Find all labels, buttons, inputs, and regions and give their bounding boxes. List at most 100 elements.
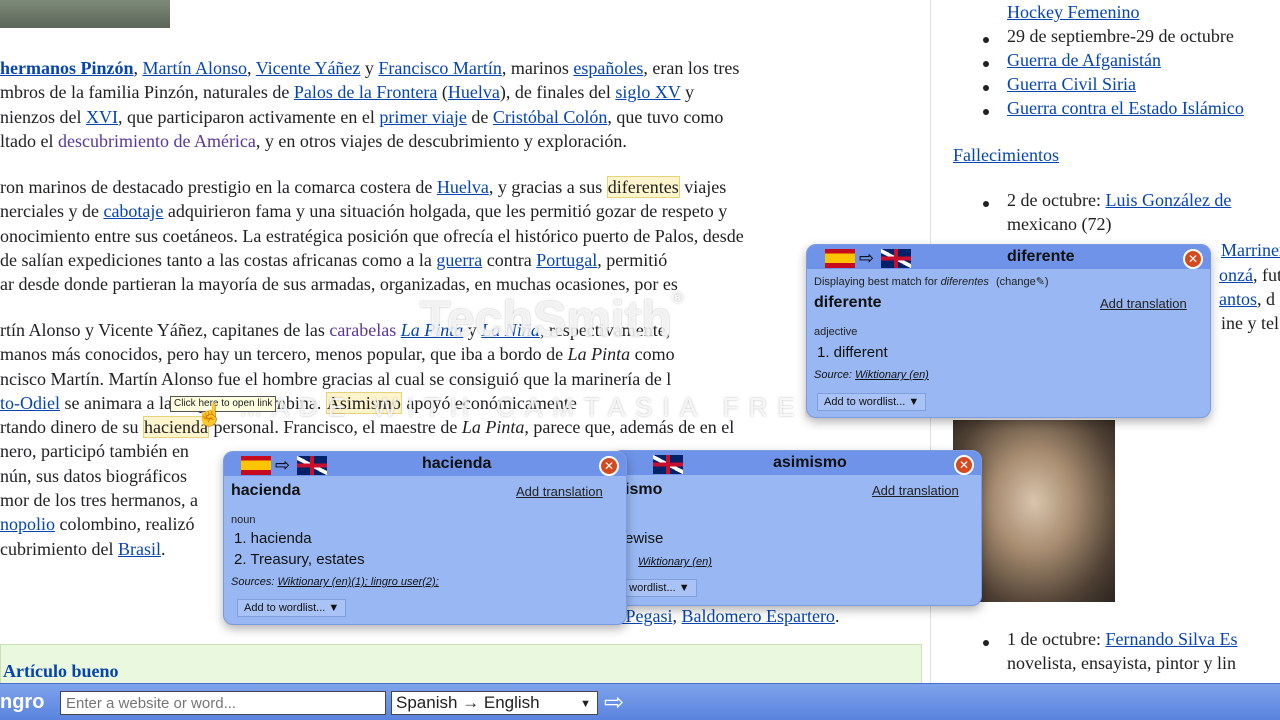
article-link[interactable]: Huelva [448,82,500,102]
source-link[interactable]: Wiktionary (en)(1); lingro user(2); [277,576,438,588]
sidebar-item: mexicano (72) [1007,214,1111,235]
article-link[interactable]: Guerra contra el Estado Islámico [1007,98,1244,118]
sidebar-item: 29 de septiembre-29 de octubre [1007,26,1234,47]
article-link[interactable]: Baldomero Espartero [681,606,834,626]
sidebar-item: novelista, ensayista, pintor y lin [1007,653,1236,674]
text-segment: . [834,606,840,626]
text-segment: , que participaron activamente en el [117,106,380,127]
text-segment: nero, participó también en [0,441,189,462]
add-to-wordlist-button[interactable]: Add to wordlist... ▼ [817,393,927,411]
article-link[interactable]: primer viaje [379,107,466,127]
article-link[interactable]: Marriner [1221,240,1280,260]
article-link[interactable]: XVI [86,107,118,127]
add-translation-link[interactable]: Add translation [516,484,603,499]
text-segment: ar desde donde partieran la mayoría de s… [0,274,678,295]
text-segment: viajes [679,177,727,197]
close-icon[interactable]: ✕ [1183,249,1203,269]
article-link[interactable]: Palos de la Frontera [294,82,437,102]
sidebar-item: Hockey Femenino [1007,2,1139,23]
close-icon[interactable]: ✕ [599,456,619,476]
article-link[interactable]: Guerra Civil Siria [1007,74,1136,94]
article-link[interactable]: Vicente Yáñez [256,58,361,78]
translation-popup-asimismo: asimismo ✕ ismo Add translation ewise Wi… [612,450,982,606]
text-segment: rtando dinero de su [0,417,143,438]
text-line: ar desde donde partieran la mayoría de s… [0,272,930,296]
hand-cursor-icon: ☝ [196,402,224,427]
close-icon[interactable]: ✕ [954,455,974,475]
text-segment: ine y tel [1221,313,1279,333]
article-link[interactable]: Portugal [536,250,597,270]
article-link[interactable]: La Niña [481,320,540,340]
article-link[interactable]: Fallecimientos [953,145,1059,165]
edit-icon[interactable]: ✎) [1036,276,1049,288]
sources: Sources: Wiktionary (en)(1); lingro user… [231,576,439,588]
text-segment: contra [482,249,537,270]
translation-popup-hacienda: ⇨ hacienda ✕ hacienda Add translation no… [223,451,627,625]
article-link[interactable]: Martín Alonso [143,58,248,78]
article-link[interactable]: nopolio [0,514,55,534]
text-segment: ( [437,82,448,103]
search-input[interactable] [60,691,386,715]
article-link[interactable]: hermanos Pinzón [0,58,134,78]
article-link[interactable]: Hockey Femenino [1007,2,1139,22]
highlighted-word[interactable]: diferentes [606,176,680,198]
highlighted-word[interactable]: Asimismo [325,391,402,414]
text-segment: y [680,82,695,103]
article-link[interactable]: guerra [436,250,482,270]
article-link[interactable]: Cristóbal Colón [493,107,608,127]
article-link[interactable]: Fernando Silva Es [1105,629,1237,649]
text-segment: , fut [1252,265,1280,285]
text-segment: colombino, realizó [55,514,195,535]
uk-flag-icon [653,455,683,474]
add-to-wordlist-button[interactable]: Add to wordlist... ▼ [237,599,347,617]
text-segment: rtín Alonso y Vicente Yáñez, capitanes d… [0,320,330,340]
text-segment: , y en otros viajes de descubrimiento y … [255,130,627,151]
language-select[interactable]: Spanish → English ▼ [391,691,598,715]
bullet-icon [983,85,989,91]
bullet-icon [983,61,989,67]
sidebar-item: Guerra Civil Siria [1007,74,1136,95]
article-link[interactable]: Francisco Martín [378,58,501,78]
spanish-flag-icon [241,456,271,475]
text-segment: , eran los tres [643,58,740,78]
article-link[interactable]: cabotaje [103,201,163,221]
go-arrow-icon[interactable]: ⇨ [604,688,624,717]
text-segment: , [247,58,256,78]
change-link[interactable]: (change [996,276,1036,288]
sidebar-item: antos, d [1219,289,1275,310]
article-thumbnail[interactable] [0,0,170,28]
article-link[interactable]: carabelas [329,320,396,340]
text-line: hermanos Pinzón, Martín Alonso, Vicente … [0,56,930,80]
article-link[interactable]: La Pinta [401,320,464,340]
bullet-icon [983,640,989,646]
text-segment: y [360,58,379,78]
lingro-logo[interactable]: ngro [0,691,44,714]
text-segment: de [466,106,493,127]
chevron-down-icon: ▼ [580,698,591,710]
add-translation-link[interactable]: Add translation [1100,296,1187,311]
popup-title: hacienda [422,455,492,472]
text-segment: novelista, ensayista, pintor y lin [1007,653,1236,673]
article-link[interactable]: españoles [573,58,643,78]
add-translation-link[interactable]: Add translation [872,483,959,498]
uk-flag-icon [297,456,327,475]
article-link[interactable]: siglo XV [615,82,680,102]
article-link[interactable]: Guerra de Afganistán [1007,50,1161,70]
popup-title: asimismo [773,454,847,471]
text-segment: , [133,58,143,78]
source-link[interactable]: Wiktionary (en) [855,369,929,381]
article-link[interactable]: antos [1219,289,1257,309]
sidebar-item: Guerra de Afganistán [1007,50,1161,71]
text-segment: mor de los tres hermanos, a [0,490,198,511]
article-link[interactable]: onzá [1219,265,1253,285]
article-link[interactable]: Brasil [118,539,161,559]
article-link[interactable]: Luis González de [1105,190,1231,210]
sidebar-item: Marriner, [1221,240,1280,261]
good-article-label[interactable]: Artículo bueno [3,661,119,682]
text-segment: , permitió [597,249,668,270]
sidebar-item: Fallecimientos [953,145,1059,166]
article-link[interactable]: Huelva [437,177,489,197]
article-link[interactable]: Odiel [20,393,60,413]
article-link[interactable]: descubrimiento de América [58,131,256,151]
article-link[interactable]: to- [0,393,20,413]
